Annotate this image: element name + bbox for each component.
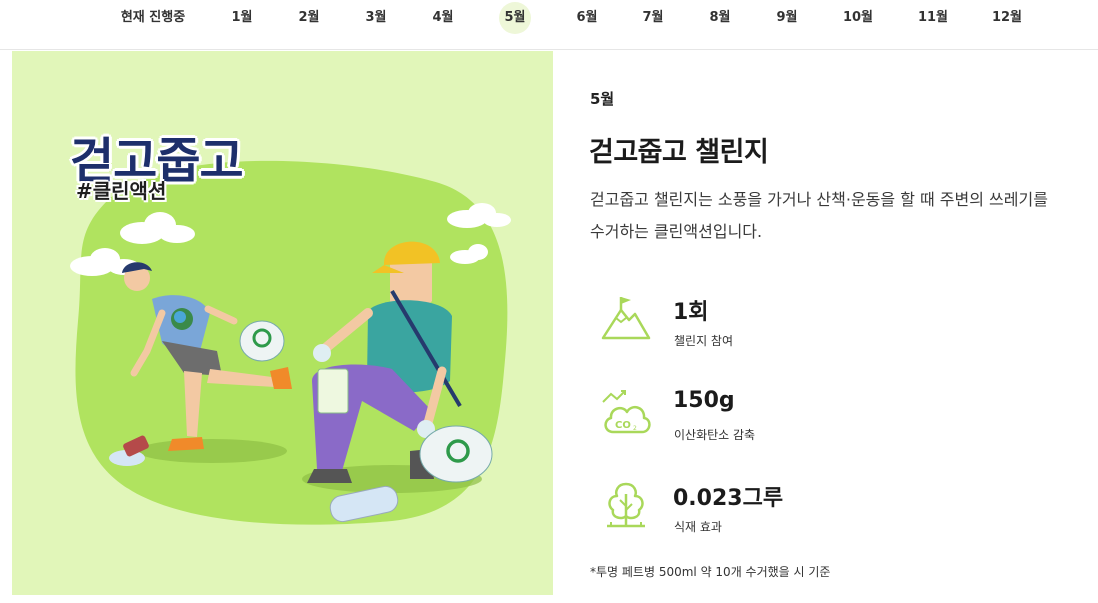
stat-label: 식재 효과 (674, 520, 722, 534)
tab-jun[interactable]: 6월 (576, 0, 597, 36)
svg-text:2: 2 (633, 425, 637, 432)
month-tabs: 현재 진행중 1월 2월 3월 4월 5월 6월 7월 8월 9월 10월 11… (0, 0, 1098, 50)
tab-sep[interactable]: 9월 (776, 0, 797, 36)
tab-nov[interactable]: 11월 (918, 0, 948, 36)
stat-participation: 1회 챌린지 참여 (599, 294, 999, 354)
mountain-flag-icon (601, 297, 651, 340)
description-line: 걷고줍고 챌린지는 소풍을 가거나 산책·운동을 할 때 주변의 쓰레기를 (590, 190, 1048, 209)
hero-hashtag: #클린액션 (76, 179, 167, 203)
challenge-title: 걷고줍고 챌린지 (589, 137, 769, 168)
stat-value: 0.023그루 (673, 486, 784, 511)
description-line: 수거하는 클린액션입니다. (590, 222, 763, 241)
tree-icon (607, 482, 645, 528)
tab-dec[interactable]: 12월 (992, 0, 1022, 36)
stat-label: 이산화탄소 감축 (674, 428, 756, 442)
stat-value: 150g (673, 388, 735, 413)
co2-cloud-icon: CO 2 (602, 390, 651, 434)
svg-text:CO: CO (615, 420, 631, 431)
stat-tree-planting: 0.023그루 식재 효과 (599, 480, 999, 540)
stat-value: 1회 (673, 300, 709, 325)
tab-apr[interactable]: 4월 (432, 0, 453, 36)
challenge-month: 5월 (590, 90, 615, 108)
challenge-description: 걷고줍고 챌린지는 소풍을 가거나 산책·운동을 할 때 주변의 쓰레기를 수거… (590, 184, 1098, 248)
tab-feb[interactable]: 2월 (298, 0, 319, 36)
challenge-illustration: 걷고줍고 #클린액션 (12, 51, 553, 595)
tab-jan[interactable]: 1월 (231, 0, 252, 36)
footnote: *투명 페트병 500ml 약 10개 수거했을 시 기준 (590, 565, 831, 579)
stat-label: 챌린지 참여 (674, 334, 734, 348)
tab-oct[interactable]: 10월 (843, 0, 873, 36)
stat-co2: CO 2 150g 이산화탄소 감축 (599, 388, 999, 448)
tab-mar[interactable]: 3월 (365, 0, 386, 36)
tab-aug[interactable]: 8월 (709, 0, 730, 36)
tab-jul[interactable]: 7월 (642, 0, 663, 36)
tab-may[interactable]: 5월 (499, 2, 531, 34)
tab-current[interactable]: 현재 진행중 (121, 0, 185, 36)
